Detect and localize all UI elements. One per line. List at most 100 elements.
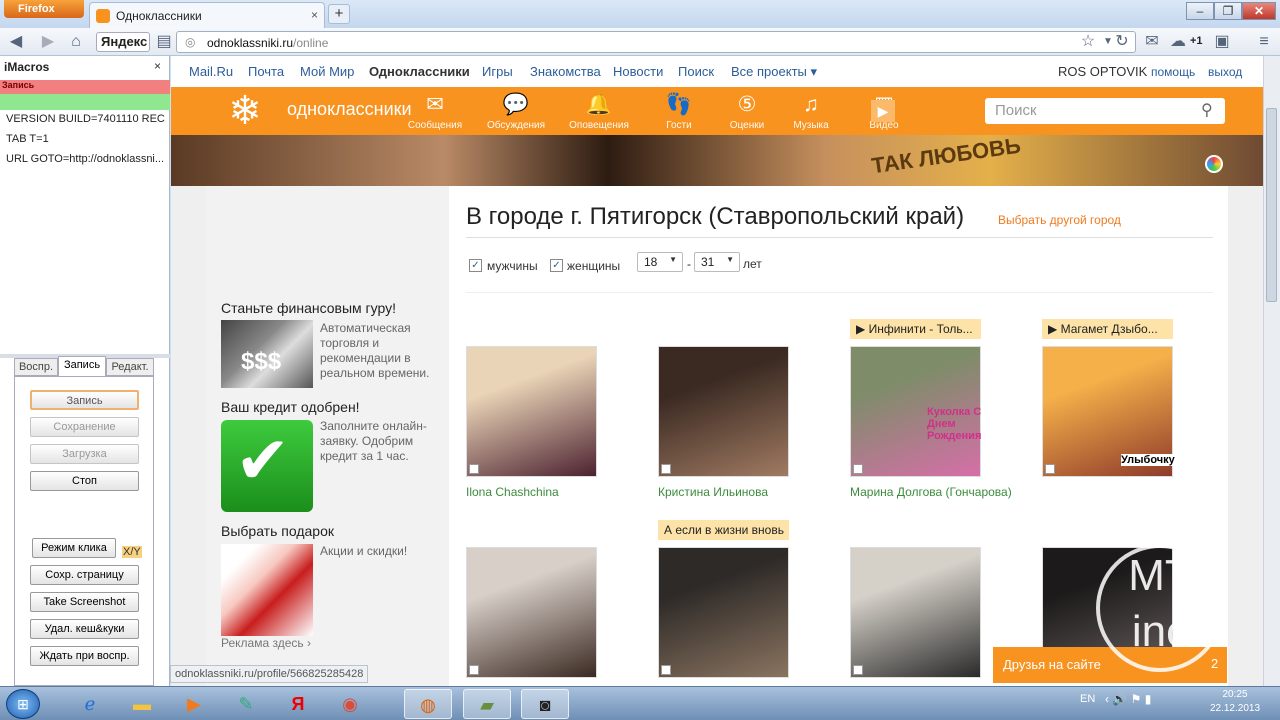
women-checkbox-label[interactable]: женщины [567, 259, 620, 273]
site-logo-text[interactable]: одноклассники [287, 99, 412, 120]
change-city-link[interactable]: Выбрать другой город [998, 213, 1121, 227]
minimize-button[interactable]: – [1186, 2, 1214, 20]
browser-tab[interactable]: Одноклассники × [89, 2, 325, 28]
ad-title[interactable]: Выбрать подарок [221, 523, 334, 539]
ad-image-money-bags[interactable] [221, 320, 313, 388]
ad-title[interactable]: Станьте финансовым гуру! [221, 300, 396, 316]
camera-app-icon[interactable]: ◙ [521, 689, 569, 719]
bookmark-star-icon[interactable]: ☆ [1078, 32, 1098, 52]
new-tab-button[interactable]: + [328, 4, 350, 24]
maximize-button[interactable]: ❐ [1214, 2, 1242, 20]
color-wheel-icon[interactable] [1205, 155, 1223, 173]
logout-link[interactable]: выход [1208, 65, 1242, 79]
tab-record[interactable]: Запись [58, 356, 106, 376]
nav-rating-5[interactable]: ⑤ Оценки [715, 92, 779, 131]
media-player-icon[interactable]: ▶ [170, 689, 218, 719]
yandex-browser-icon[interactable]: Я [274, 689, 322, 719]
ad-title[interactable]: Ваш кредит одобрен! [221, 399, 360, 415]
click-mode-button[interactable]: Режим клика [32, 538, 116, 558]
home-icon[interactable]: ⌂ [66, 32, 86, 52]
menu-link-news[interactable]: Новости [613, 64, 663, 79]
menu-link-odnoklassniki[interactable]: Одноклассники [369, 64, 470, 79]
menu-link-dating[interactable]: Знакомства [530, 64, 601, 79]
stop-button[interactable]: Стоп [30, 471, 139, 491]
folder-icon[interactable]: ▬ [118, 689, 166, 719]
weather-icon[interactable]: ☁ [1168, 32, 1188, 52]
snowflake-logo-icon[interactable]: ❄ [219, 90, 271, 132]
internet-explorer-icon[interactable]: ℯ [66, 689, 114, 719]
status-music-tag[interactable]: ▶ Инфинити - Толь... [850, 319, 981, 339]
tab-play[interactable]: Воспр. [14, 358, 58, 376]
start-button[interactable]: ⊞ [6, 689, 40, 719]
menu-link-search[interactable]: Поиск [678, 64, 714, 79]
status-music-tag[interactable]: ▶ Магамет Дзыбо... [1042, 319, 1173, 339]
search-icon[interactable]: ⚲ [1201, 100, 1221, 120]
forward-arrow-icon[interactable]: ▶ [38, 32, 58, 52]
reload-icon[interactable]: ↻ [1112, 32, 1132, 52]
profile-name-link[interactable]: Марина Долгова (Гончарова) [850, 485, 1012, 499]
help-link[interactable]: помощь [1151, 65, 1195, 79]
profile-photo[interactable] [658, 547, 789, 678]
profile-photo[interactable] [850, 547, 981, 678]
load-button[interactable]: Загрузка [30, 444, 139, 464]
nav-footprints[interactable]: 👣 Гости [647, 92, 711, 131]
select-checkbox[interactable] [469, 665, 479, 675]
tab-edit[interactable]: Редакт. [106, 358, 154, 376]
user-name[interactable]: ROS OPTOVIK [1058, 64, 1147, 79]
url-bar[interactable]: ◎ odnoklassniki.ru/online [176, 31, 1136, 53]
select-checkbox[interactable] [1045, 464, 1055, 474]
ad-image-checkmark[interactable] [221, 420, 313, 512]
notes-app-icon[interactable]: ▰ [463, 689, 511, 719]
tools-icon[interactable]: ✎ [222, 689, 270, 719]
firefox-taskbar-icon[interactable]: ◍ [404, 689, 452, 719]
status-music-tag[interactable]: А если в жизни вновь [658, 520, 789, 540]
age-to-select[interactable]: 31 ▼ [694, 252, 740, 272]
ad-text[interactable]: Акции и скидки! [320, 544, 440, 559]
select-checkbox[interactable] [853, 665, 863, 675]
profile-photo[interactable] [466, 547, 597, 678]
chrome-icon[interactable]: ◉ [326, 689, 374, 719]
save-page-button[interactable]: Сохр. страницу [30, 565, 139, 585]
mail-notifier-icon[interactable]: ✉ [1142, 32, 1162, 52]
macro-line[interactable]: URL GOTO=http://odnoklassni... [6, 153, 166, 165]
nav-chat-bubbles[interactable]: 💬 Обсуждения [484, 92, 548, 131]
language-indicator[interactable]: EN [1080, 693, 1095, 705]
menu-link-myworld[interactable]: Мой Мир [300, 64, 354, 79]
imacros-close-icon[interactable]: × [154, 59, 161, 73]
save-macro-button[interactable]: Сохранение [30, 417, 139, 437]
ad-text[interactable]: Автоматическая торговля и рекомендации в… [320, 321, 440, 381]
ad-text[interactable]: Заполните онлайн-заявку. Одобрим кредит … [320, 419, 440, 464]
macro-line[interactable]: VERSION BUILD=7401110 REC... [6, 113, 166, 125]
xy-toggle[interactable]: X/Y [122, 546, 142, 558]
menu-link-all-projects[interactable]: Все проекты ▾ [731, 64, 817, 80]
play-video-icon[interactable]: ▶ [871, 100, 895, 122]
menu-link-mail[interactable]: Почта [248, 64, 284, 79]
clear-cache-button[interactable]: Удал. кеш&куки [30, 619, 139, 639]
back-arrow-icon[interactable]: ◀ [6, 32, 26, 52]
close-window-button[interactable]: ✕ [1242, 2, 1276, 20]
nav-bell[interactable]: 🔔 Оповещения [567, 92, 631, 131]
profile-photo[interactable] [658, 346, 789, 477]
select-checkbox[interactable] [469, 464, 479, 474]
advertise-here-link[interactable]: Реклама здесь › [221, 636, 311, 650]
select-checkbox[interactable] [661, 665, 671, 675]
yandex-button[interactable]: Яндекс [96, 32, 150, 52]
profile-name-link[interactable]: Кристина Ильинова [658, 485, 768, 499]
menu-icon[interactable]: ≡ [1254, 32, 1274, 52]
system-tray-icons[interactable]: ‹ 🔊 ⚑ ▮ [1105, 692, 1151, 706]
nav-envelope[interactable]: ✉ Сообщения [403, 92, 467, 131]
men-checkbox[interactable]: ✓ [469, 259, 482, 272]
firefox-menu-button[interactable]: Firefox [4, 0, 84, 18]
tab-close-icon[interactable]: × [311, 8, 318, 22]
macro-line[interactable]: TAB T=1 [6, 133, 166, 145]
menu-link-mailru[interactable]: Mail.Ru [189, 64, 233, 79]
select-checkbox[interactable] [853, 464, 863, 474]
nav-music-note[interactable]: ♫ Музыка [779, 92, 843, 131]
record-button[interactable]: Запись [30, 390, 139, 410]
scrollbar-thumb[interactable] [1266, 108, 1277, 302]
ad-image-gift[interactable] [221, 544, 313, 636]
age-from-select[interactable]: 18 ▼ [637, 252, 683, 272]
bookmarks-icon[interactable]: ▤ [154, 32, 174, 52]
men-checkbox-label[interactable]: мужчины [487, 259, 538, 273]
addon-icon[interactable]: ▣ [1212, 32, 1232, 52]
